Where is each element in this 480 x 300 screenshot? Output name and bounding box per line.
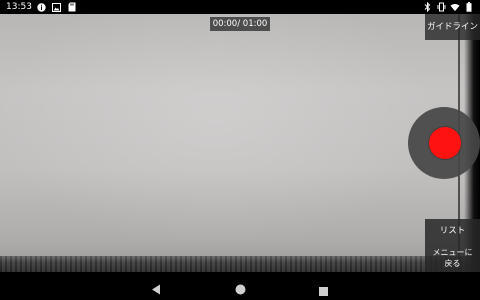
image-icon: [52, 1, 62, 13]
record-button[interactable]: [429, 127, 461, 159]
vibrate-icon: [436, 1, 446, 13]
battery-icon: [464, 1, 474, 13]
status-left: 13:53: [6, 0, 77, 14]
sd-card-icon: [67, 1, 77, 13]
recent-apps-icon[interactable]: [319, 281, 328, 300]
back-to-menu-button[interactable]: メニューに 戻る: [425, 247, 480, 273]
status-bar: 13:53: [0, 0, 480, 14]
recording-timer: 00:00/ 01:00: [210, 17, 270, 31]
preview-floor: [0, 256, 480, 272]
list-button[interactable]: リスト: [425, 219, 480, 244]
record-button-container[interactable]: [408, 107, 480, 179]
guideline-button[interactable]: ガイドライン: [425, 14, 480, 40]
status-time: 13:53: [6, 2, 32, 12]
bluetooth-icon: [422, 1, 432, 13]
home-icon[interactable]: [235, 280, 246, 299]
side-panel: リスト メニューに 戻る: [425, 219, 480, 272]
wifi-icon: [450, 1, 460, 13]
navigation-bar: [0, 272, 480, 300]
status-right: [422, 1, 474, 13]
back-icon[interactable]: [151, 280, 161, 299]
info-icon: [37, 1, 47, 13]
